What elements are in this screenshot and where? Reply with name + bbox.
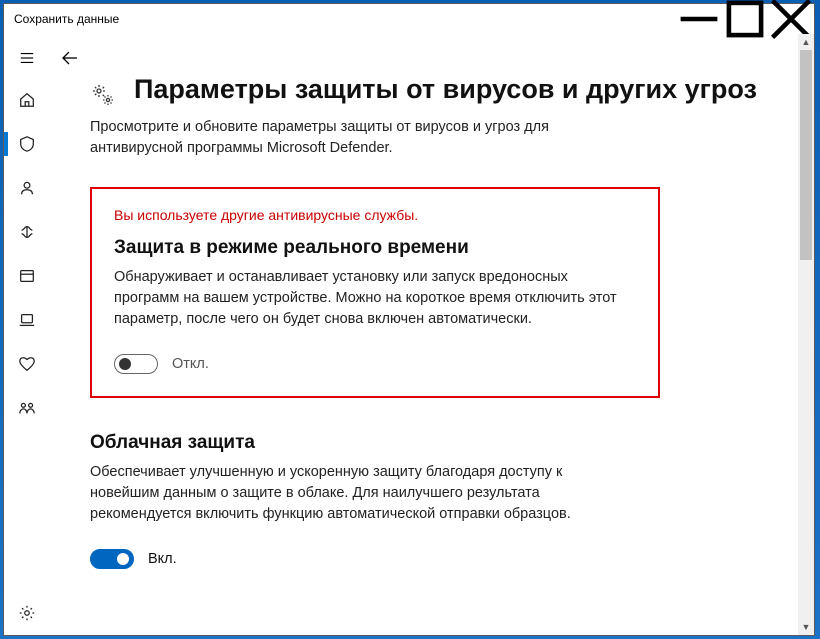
page-title: Параметры защиты от вирусов и других угр… <box>134 72 757 107</box>
security-window: Сохранить данные <box>3 3 815 636</box>
scroll-up-arrow[interactable]: ▲ <box>798 34 814 50</box>
cloud-protection-section: Облачная защита Обеспечивает улучшенную … <box>90 432 660 569</box>
antivirus-warning: Вы используете другие антивирусные служб… <box>114 207 636 223</box>
menu-button[interactable] <box>4 38 50 78</box>
realtime-protection-toggle[interactable] <box>114 354 158 374</box>
titlebar: Сохранить данные <box>4 4 814 34</box>
nav-account-protection[interactable] <box>4 166 50 210</box>
close-button[interactable] <box>768 4 814 34</box>
sidebar <box>4 34 50 635</box>
toggle-knob <box>119 358 131 370</box>
cloud-protection-desc: Обеспечивает улучшенную и ускоренную защ… <box>90 462 610 525</box>
maximize-button[interactable] <box>722 4 768 34</box>
vertical-scrollbar[interactable]: ▲ ▼ <box>798 34 814 635</box>
nav-device-performance[interactable] <box>4 342 50 386</box>
nav-device-security[interactable] <box>4 298 50 342</box>
window-title: Сохранить данные <box>14 12 119 26</box>
cloud-toggle-label: Вкл. <box>148 551 177 567</box>
window-controls <box>676 4 814 34</box>
scroll-track[interactable] <box>798 50 814 619</box>
nav-app-browser[interactable] <box>4 254 50 298</box>
cloud-protection-toggle[interactable] <box>90 549 134 569</box>
content-area: Параметры защиты от вирусов и других угр… <box>50 34 814 635</box>
scroll-thumb[interactable] <box>800 50 812 260</box>
nav-settings[interactable] <box>4 591 50 635</box>
cloud-protection-title: Облачная защита <box>90 432 660 454</box>
realtime-toggle-label: Откл. <box>172 356 209 372</box>
realtime-protection-highlight: Вы используете другие антивирусные служб… <box>90 187 660 398</box>
back-button[interactable] <box>60 48 80 73</box>
toggle-knob <box>117 553 129 565</box>
realtime-protection-desc: Обнаруживает и останавливает установку и… <box>114 267 634 330</box>
nav-family-options[interactable] <box>4 386 50 430</box>
scroll-down-arrow[interactable]: ▼ <box>798 619 814 635</box>
nav-virus-protection[interactable] <box>4 122 50 166</box>
nav-home[interactable] <box>4 78 50 122</box>
page-subtitle: Просмотрите и обновите параметры защиты … <box>90 117 630 159</box>
minimize-button[interactable] <box>676 4 722 34</box>
realtime-protection-title: Защита в режиме реального времени <box>114 237 636 259</box>
gear-icon <box>90 82 118 113</box>
nav-firewall[interactable] <box>4 210 50 254</box>
